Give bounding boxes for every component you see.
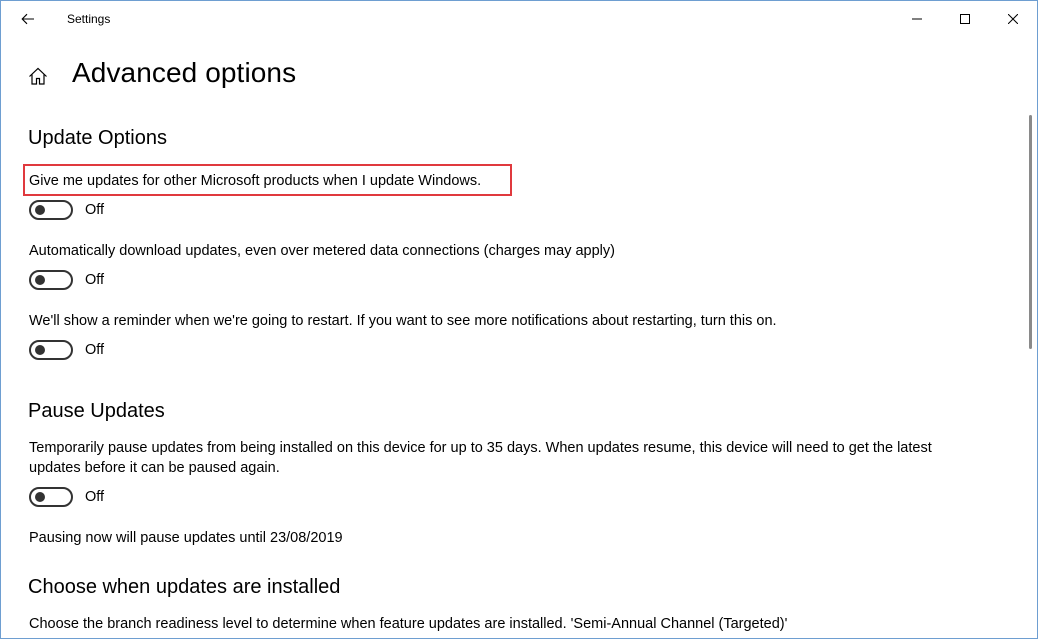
pause-until-note: Pausing now will pause updates until 23/… <box>29 530 343 546</box>
toggle-state-label: Off <box>85 202 105 218</box>
pause-description-line1: Temporarily pause updates from being ins… <box>29 440 932 456</box>
other-products-toggle[interactable] <box>29 200 73 220</box>
restart-reminder-toggle[interactable] <box>29 340 73 360</box>
back-button[interactable] <box>11 4 45 34</box>
other-products-toggle-row: Off <box>29 200 104 220</box>
update-options-heading: Update Options <box>28 127 167 149</box>
pause-updates-toggle[interactable] <box>29 487 73 507</box>
toggle-knob <box>35 275 45 285</box>
choose-when-heading: Choose when updates are installed <box>28 576 341 598</box>
back-arrow-icon <box>21 13 34 25</box>
close-icon <box>1008 14 1018 24</box>
metered-download-toggle[interactable] <box>29 270 73 290</box>
toggle-knob <box>35 492 45 502</box>
metered-download-toggle-row: Off <box>29 270 104 290</box>
scrollbar-thumb[interactable] <box>1029 115 1032 349</box>
app-title: Settings <box>67 12 111 26</box>
title-bar: Settings <box>1 1 1037 37</box>
minimize-button[interactable] <box>894 1 940 37</box>
maximize-icon <box>960 14 970 24</box>
pause-description-line2: updates before it can be paused again. <box>29 460 280 476</box>
page-title: Advanced options <box>72 57 297 88</box>
branch-readiness-description: Choose the branch readiness level to det… <box>29 616 788 632</box>
metered-download-description: Automatically download updates, even ove… <box>29 243 615 259</box>
pause-updates-toggle-row: Off <box>29 487 104 507</box>
toggle-state-label: Off <box>85 342 105 358</box>
home-button[interactable] <box>25 63 51 89</box>
close-button[interactable] <box>990 1 1036 37</box>
maximize-button[interactable] <box>942 1 988 37</box>
pause-updates-heading: Pause Updates <box>28 400 165 422</box>
toggle-knob <box>35 345 45 355</box>
toggle-knob <box>35 205 45 215</box>
home-icon <box>29 67 47 85</box>
minimize-icon <box>912 18 922 20</box>
settings-window: Settings Advanced options Update Options… <box>0 0 1038 639</box>
other-products-description: Give me updates for other Microsoft prod… <box>29 173 482 189</box>
restart-reminder-toggle-row: Off <box>29 340 104 360</box>
restart-reminder-description: We'll show a reminder when we're going t… <box>29 313 777 329</box>
toggle-state-label: Off <box>85 272 105 288</box>
toggle-state-label: Off <box>85 489 105 505</box>
